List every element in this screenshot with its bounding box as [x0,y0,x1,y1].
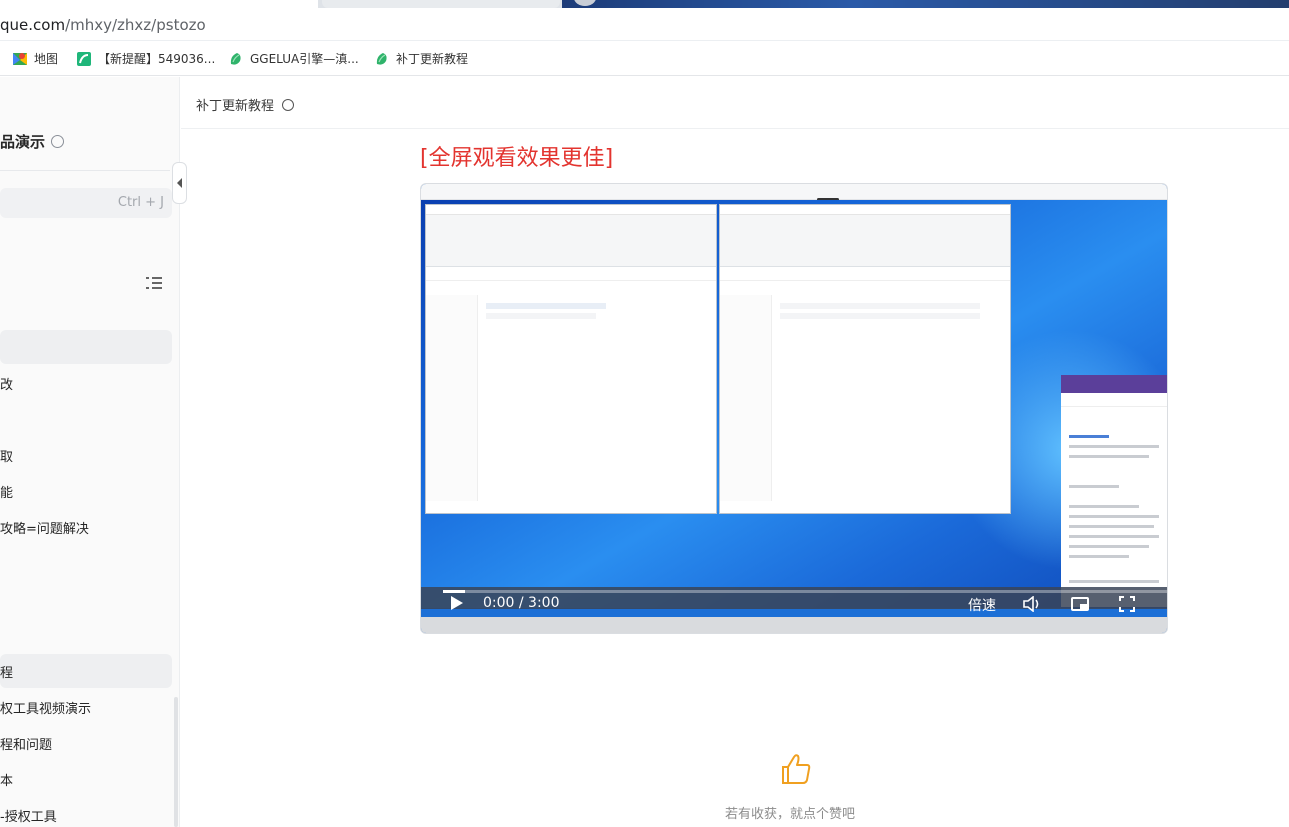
forum-icon [77,51,91,66]
bookmarks-bar: 地图 【新提醒】549036... GGELUA引擎—滇... 补丁更新教程 [0,41,1289,76]
sidebar-item[interactable]: 权工具视频演示 [0,698,91,717]
address-bar[interactable]: que.com/mhxy/zhxz/pstozo [0,8,1289,41]
video-controls: 0:00 / 3:00 倍速 [421,593,1167,617]
sidebar-item[interactable]: 程和问题 [0,734,52,753]
yuque-icon [230,52,241,65]
sidebar-item[interactable]: 能 [0,482,13,501]
sidebar-item-active-label[interactable]: 程 [0,662,13,681]
video-frame-desktop [421,200,1167,608]
bookmark-maps[interactable]: 地图 [12,50,58,67]
sidebar-item[interactable]: 攻略=问题解决 [0,518,89,537]
thumbs-up-icon[interactable] [780,752,812,786]
volume-icon[interactable] [1023,596,1041,612]
fullscreen-icon[interactable] [1119,596,1135,612]
sidebar-collapse-button[interactable] [172,162,187,204]
sidebar-item-highlighted[interactable] [0,330,172,364]
sidebar-item[interactable]: 本 [0,770,13,789]
playback-speed-button[interactable]: 倍速 [968,595,996,615]
sidebar-item[interactable]: 取 [0,446,13,465]
bookmark-ggelua[interactable]: GGELUA引擎—滇... [228,50,359,67]
tab-inactive[interactable] [322,0,560,8]
chat-panel [1061,375,1167,607]
like-prompt: 若有收获，就点个赞吧 [725,807,856,822]
tab-inactive-colored[interactable] [562,0,1289,8]
breadcrumb-title[interactable]: 补丁更新教程 [196,95,274,114]
bookmark-forum[interactable]: 【新提醒】549036... [76,50,215,67]
breadcrumb: 补丁更新教程 [196,95,295,114]
video-player[interactable]: 0:00 / 3:00 倍速 [420,183,1168,634]
explorer-window-right [719,204,1011,514]
bookmark-patch-tutorial[interactable]: 补丁更新教程 [374,50,468,67]
explorer-window-left [425,204,717,514]
play-icon[interactable] [451,596,463,610]
sidebar-scrollbar[interactable] [174,697,178,827]
divider [0,170,170,171]
outline-toggle-icon[interactable] [146,276,162,290]
tab-favicon [574,0,596,6]
yuque-icon [376,52,387,65]
doc-header: 补丁更新教程 [181,77,1289,129]
video-bottom-strip [421,617,1167,633]
picture-in-picture-icon[interactable] [1071,597,1089,611]
video-time: 0:00 / 3:00 [483,595,560,611]
sidebar-item-active[interactable] [0,654,172,688]
knowledge-base-title[interactable]: 品演示 [0,131,65,152]
tab-active[interactable] [0,0,318,8]
maps-icon [13,52,27,65]
search-input[interactable]: Ctrl + J [0,188,172,218]
video-top-strip [421,184,1167,201]
sidebar-item[interactable]: -授权工具 [0,806,57,825]
sidebar-item[interactable]: 改 [0,374,13,393]
url-text[interactable]: que.com/mhxy/zhxz/pstozo [0,16,206,34]
info-icon[interactable] [51,135,65,148]
info-icon[interactable] [282,98,295,111]
browser-tab-strip [0,0,1289,8]
page-headline: [全屏观看效果更佳] [420,146,614,171]
sidebar: 品演示 Ctrl + J 改 取 能 攻略=问题解决 程 权工具视频演示 程和问… [0,77,180,827]
search-shortcut-hint: Ctrl + J [117,195,164,210]
